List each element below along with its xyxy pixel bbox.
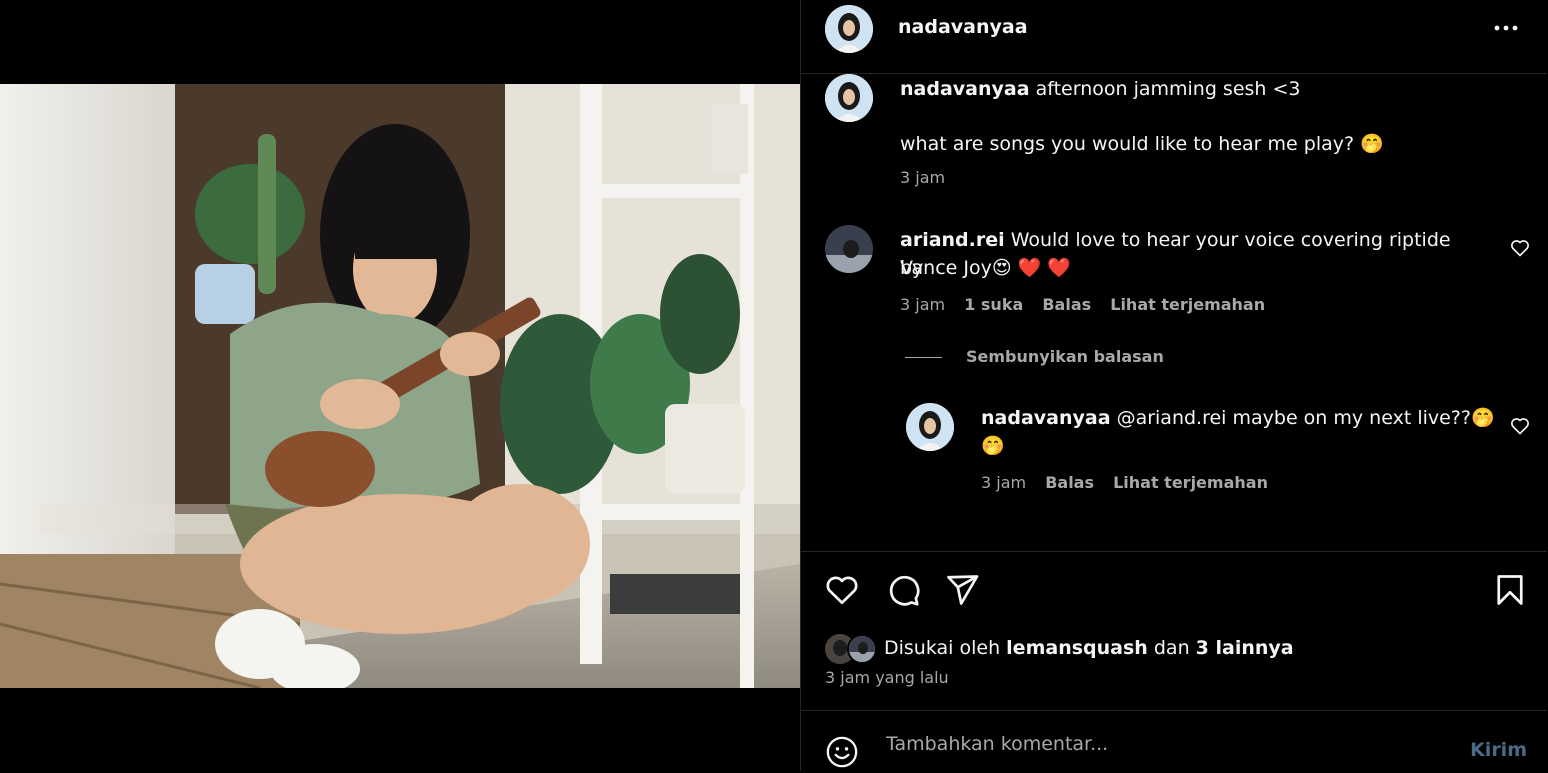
author-username[interactable]: nadavanyaa <box>898 16 1028 38</box>
comment-input[interactable] <box>884 729 1448 759</box>
comment-time: 3 jam <box>900 295 946 314</box>
post-header: nadavanyaa <box>801 0 1547 74</box>
comment-username[interactable]: ariand.rei <box>900 229 1005 251</box>
caption-avatar[interactable] <box>825 74 873 122</box>
caption-username[interactable]: nadavanyaa <box>900 78 1030 100</box>
caption-time: 3 jam <box>900 168 946 187</box>
post-photo[interactable] <box>0 84 800 688</box>
post-image <box>0 84 800 688</box>
likes-middle: dan <box>1153 637 1190 659</box>
likes-user[interactable]: lemansquash <box>1006 637 1148 659</box>
caption-text-line2: what are songs you would like to hear me… <box>900 133 1384 155</box>
reply-like-heart-icon[interactable] <box>1510 416 1530 436</box>
heart-icon[interactable] <box>824 572 860 612</box>
bookmark-icon[interactable] <box>1492 572 1528 612</box>
hide-replies-button[interactable]: Sembunyikan balasan <box>966 347 1164 366</box>
comment-icon[interactable] <box>885 572 921 612</box>
media-panel <box>0 0 800 771</box>
comment-translate-button[interactable]: Lihat terjemahan <box>1110 295 1265 314</box>
more-horizontal-icon[interactable] <box>1493 16 1519 40</box>
comment-reply-button[interactable]: Balas <box>1042 295 1091 314</box>
comment-meta: 3 jam 1 suka Balas Lihat terjemahan <box>900 295 1279 314</box>
reply: nadavanyaa @ariand.rei maybe on my next … <box>981 404 1495 432</box>
reply-meta: 3 jam Balas Lihat terjemahan <box>981 473 1282 492</box>
reply-text-line1: @ariand.rei maybe on my next live??🤭 <box>1116 407 1495 429</box>
reply-text-line2: 🤭 <box>981 435 1005 457</box>
caption: nadavanyaa afternoon jamming sesh <3 <box>900 75 1301 103</box>
reply-username[interactable]: nadavanyaa <box>981 407 1111 429</box>
liker-avatar-2[interactable] <box>847 634 877 664</box>
comment-like-heart-icon[interactable] <box>1510 238 1530 258</box>
likes-summary: Disukai oleh lemansquash dan 3 lainnya <box>884 637 1294 659</box>
reply-avatar[interactable] <box>906 403 954 451</box>
reply-translate-button[interactable]: Lihat terjemahan <box>1113 473 1268 492</box>
caption-meta: 3 jam <box>900 168 959 187</box>
caption-text-line1: afternoon jamming sesh <3 <box>1035 78 1301 100</box>
reply-reply-button[interactable]: Balas <box>1045 473 1094 492</box>
post-actions-bar <box>801 551 1547 552</box>
author-avatar[interactable] <box>825 5 873 53</box>
commenter-avatar[interactable] <box>825 225 873 273</box>
post-comment-button[interactable]: Kirim <box>1470 739 1527 761</box>
likes-prefix: Disukai oleh <box>884 637 1001 659</box>
likes-others[interactable]: 3 lainnya <box>1196 637 1294 659</box>
emoji-icon[interactable] <box>825 735 859 773</box>
post-time[interactable]: 3 jam yang lalu <box>825 668 949 687</box>
send-icon[interactable] <box>944 572 980 612</box>
hide-replies-line <box>905 357 942 358</box>
comment-likes-count[interactable]: 1 suka <box>964 295 1023 314</box>
post-details-panel: nadavanyaa nadavanyaa afternoon jamming … <box>801 0 1548 771</box>
add-comment-bar: Kirim <box>801 710 1547 772</box>
reply-time: 3 jam <box>981 473 1027 492</box>
comment-text-line2: Vance Joy😍 ❤️ ❤️ <box>900 257 1072 279</box>
